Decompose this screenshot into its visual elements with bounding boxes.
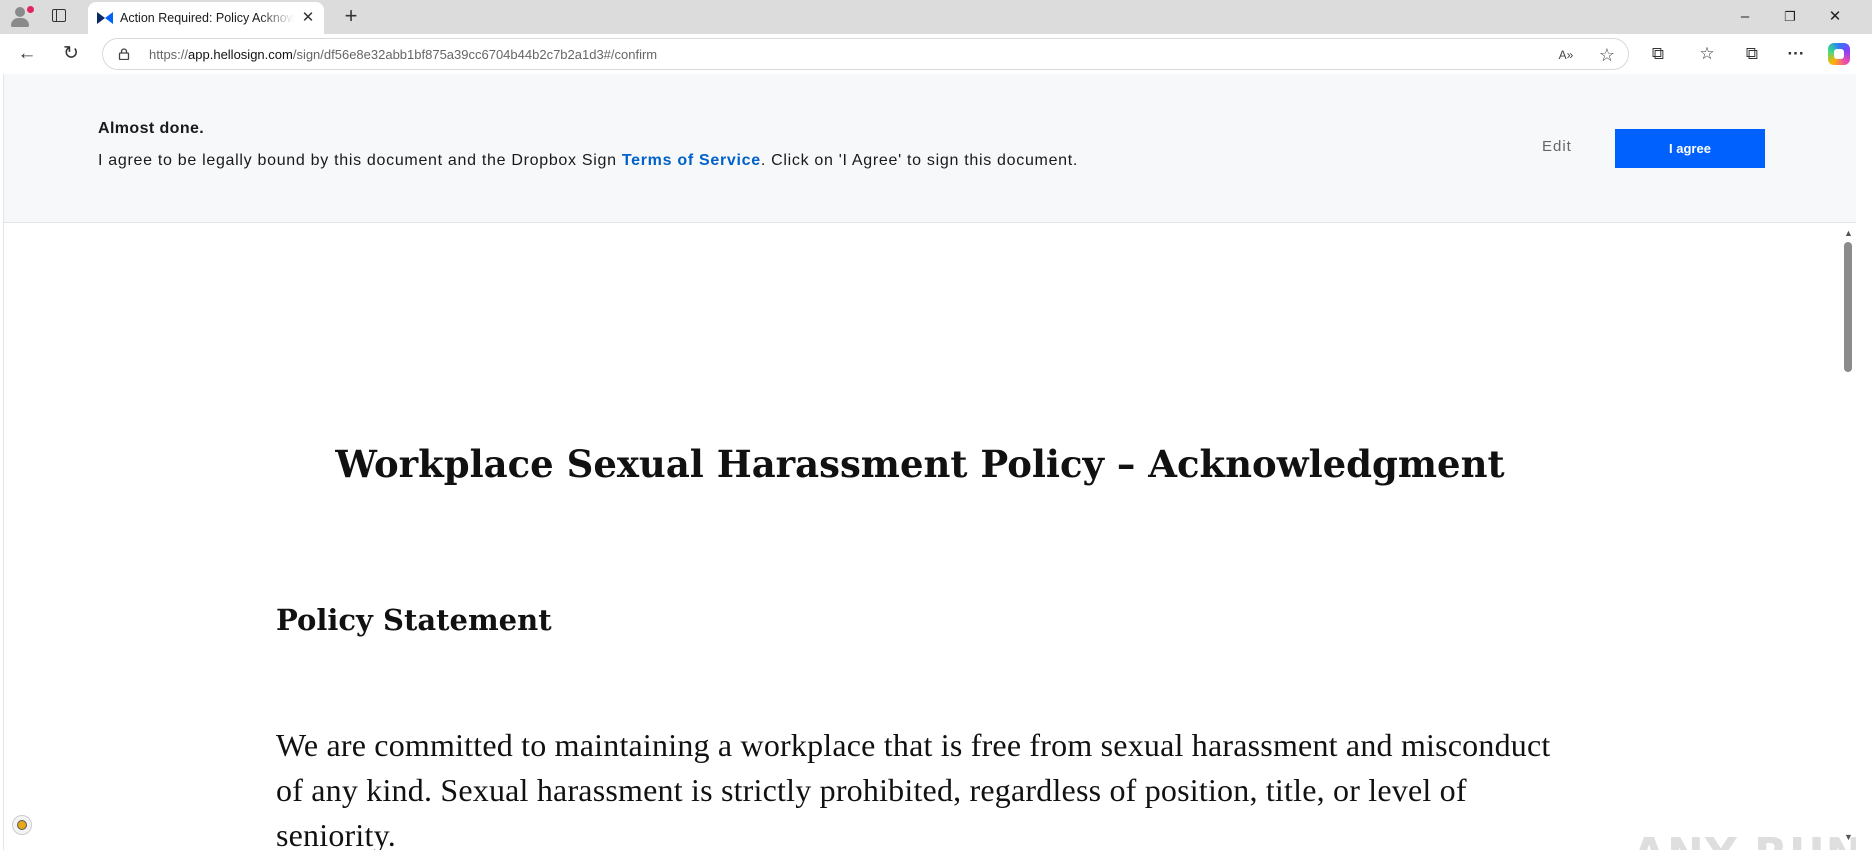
back-icon[interactable]: ← xyxy=(15,42,39,66)
policy-paragraph: We are committed to maintaining a workpl… xyxy=(276,727,1551,850)
window-close-button[interactable]: ✕ xyxy=(1813,4,1857,30)
collections-icon[interactable]: ⧉ xyxy=(1740,42,1764,66)
i-agree-button[interactable]: I agree xyxy=(1615,129,1765,168)
address-bar[interactable]: https://app.hellosign.com/sign/df56e8e32… xyxy=(102,38,1629,70)
workspaces-icon[interactable] xyxy=(52,9,66,22)
scroll-up-icon[interactable]: ▲ xyxy=(1844,228,1853,238)
restore-button[interactable]: ❐ xyxy=(1768,4,1812,30)
document-title: Workplace Sexual Harassment Policy – Ack… xyxy=(335,442,1505,486)
terms-of-service-link[interactable]: Terms of Service xyxy=(622,152,761,169)
browser-tab-active[interactable]: Action Required: Policy Acknowledgment ✕ xyxy=(88,2,324,34)
edit-button[interactable]: Edit xyxy=(1542,138,1572,155)
banner-heading: Almost done. xyxy=(98,120,205,137)
dropbox-sign-favicon-icon xyxy=(97,12,113,24)
reload-icon[interactable]: ↻ xyxy=(59,42,83,66)
copilot-icon[interactable] xyxy=(1828,43,1850,65)
lock-icon[interactable] xyxy=(118,48,130,60)
vertical-scroll-thumb[interactable] xyxy=(1844,242,1852,372)
section-heading: Policy Statement xyxy=(276,603,552,637)
document-page: Workplace Sexual Harassment Policy – Ack… xyxy=(4,223,1836,850)
anyrun-watermark: ANY RUN xyxy=(1632,829,1856,850)
read-aloud-icon[interactable]: A» xyxy=(1555,44,1577,66)
more-menu-icon[interactable]: ··· xyxy=(1784,42,1808,66)
url-text[interactable]: https://app.hellosign.com/sign/df56e8e32… xyxy=(149,47,657,62)
minimize-button[interactable]: – xyxy=(1723,4,1767,30)
page-viewport: Almost done. I agree to be legally bound… xyxy=(3,74,1856,850)
banner-message-text-end: . Click on 'I Agree' to sign this docume… xyxy=(760,152,1079,169)
banner-message-text: I agree to be legally bound by this docu… xyxy=(98,152,622,169)
url-path: /sign/df56e8e32abb1bf875a39cc6704b44b2c7… xyxy=(292,47,658,62)
banner-message: I agree to be legally bound by this docu… xyxy=(98,152,1078,170)
profile-icon[interactable] xyxy=(8,5,34,29)
url-scheme: https:// xyxy=(149,47,189,62)
favorite-star-icon[interactable]: ☆ xyxy=(1596,44,1618,66)
tab-strip: Action Required: Policy Acknowledgment ✕… xyxy=(0,0,1872,34)
browser-toolbar: ← ↻ https://app.hellosign.com/sign/df56e… xyxy=(0,34,1872,74)
vertical-scrollbar[interactable]: ▲ ▼ xyxy=(1840,228,1856,844)
favorites-icon[interactable]: ☆ xyxy=(1695,42,1719,66)
extensions-icon[interactable]: ⧉ xyxy=(1646,42,1670,66)
url-host: app.hellosign.com xyxy=(188,47,293,62)
tab-title: Action Required: Policy Acknowledgment xyxy=(120,11,294,25)
signing-confirm-banner: Almost done. I agree to be legally bound… xyxy=(4,74,1856,223)
cookie-icon[interactable] xyxy=(12,815,32,835)
new-tab-button[interactable]: + xyxy=(340,5,362,27)
tab-close-icon[interactable]: ✕ xyxy=(300,10,316,26)
